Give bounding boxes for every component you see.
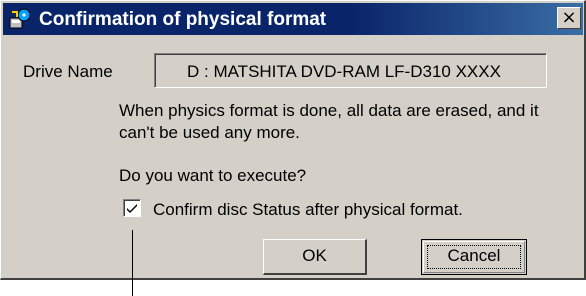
title-bar[interactable]: Confirmation of physical format ×	[3, 3, 583, 35]
confirm-status-checkbox[interactable]	[123, 199, 141, 217]
confirm-status-label[interactable]: Confirm disc Status after physical forma…	[153, 200, 463, 220]
format-disc-icon	[9, 8, 31, 30]
ok-button-label: OK	[302, 246, 327, 265]
drive-name-field: D : MATSHITA DVD-RAM LF-D310 XXXX	[154, 53, 547, 88]
callout-line	[132, 230, 133, 296]
execute-question: Do you want to execute?	[119, 166, 307, 185]
drive-name-value: D : MATSHITA DVD-RAM LF-D310 XXXX	[187, 62, 501, 81]
cancel-button[interactable]: Cancel	[421, 239, 527, 275]
erase-warning-text: When physics format is done, all data ar…	[119, 101, 539, 142]
close-button[interactable]: ×	[557, 7, 581, 29]
ok-button[interactable]: OK	[263, 239, 367, 275]
checkmark-icon	[127, 204, 137, 213]
drive-name-label: Drive Name	[23, 62, 113, 81]
confirmation-dialog: Confirmation of physical format × Drive …	[0, 0, 586, 280]
close-icon: ×	[561, 7, 577, 28]
dialog-title: Confirmation of physical format	[39, 9, 327, 30]
cancel-button-label: Cancel	[447, 246, 501, 265]
